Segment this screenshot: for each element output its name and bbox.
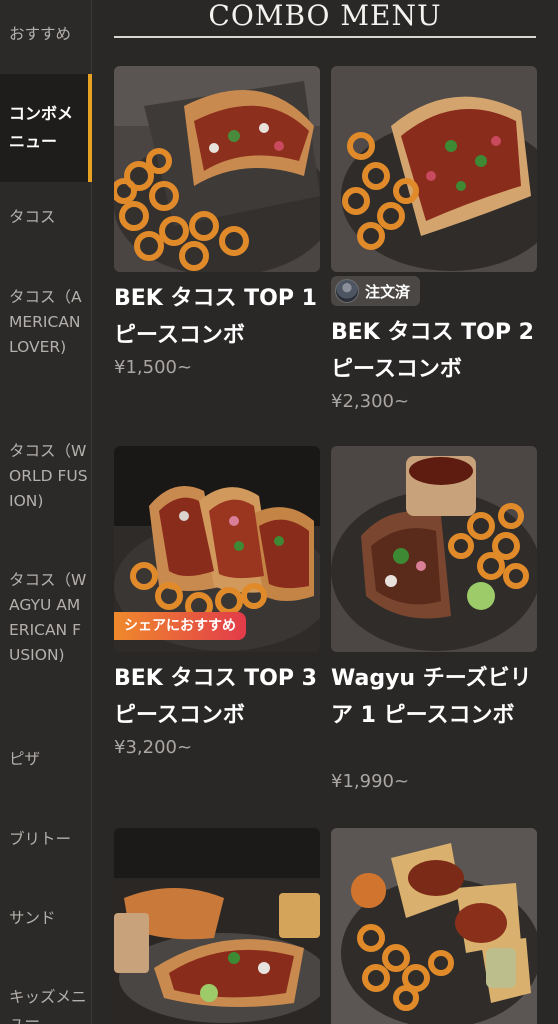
sidebar-item-recommended[interactable]: おすすめ <box>0 22 92 47</box>
section-title: COMBO MENU <box>114 0 536 38</box>
sidebar-item-combo-menu[interactable]: コンボメニュー <box>0 74 92 182</box>
food-photo <box>114 66 320 272</box>
menu-item-name: Wagyu チーズビリア 1 ピースコンボ <box>331 666 532 728</box>
sidebar-item-tacos-american-lover[interactable]: タコス（AMERICAN LOVER) <box>0 285 92 360</box>
sidebar-item-tacos-world-fusion[interactable]: タコス（WORLD FUSION) <box>0 439 92 514</box>
food-photo <box>331 446 537 652</box>
sidebar-item-tacos[interactable]: タコス <box>0 205 92 230</box>
menu-item-price: ¥2,300~ <box>331 391 410 412</box>
ordered-badge-label: 注文済 <box>365 282 411 301</box>
avatar <box>335 279 359 303</box>
menu-item-price: ¥1,500~ <box>114 357 193 378</box>
menu-item-price: ¥1,990~ <box>331 771 410 792</box>
sidebar-item-sandwich[interactable]: サンド <box>0 906 92 931</box>
food-photo <box>331 66 537 272</box>
menu-item-name: BEK タコス TOP 2ピースコンボ <box>331 320 534 382</box>
menu-item-name: BEK タコス TOP 1 ピースコンボ <box>114 286 317 348</box>
sidebar-item-tacos-wagyu-american-fusion[interactable]: タコス（WAGYU AMERICAN FUSION) <box>0 568 92 668</box>
ordered-badge: 注文済 <box>331 276 421 306</box>
category-sidebar: おすすめ コンボメニュー タコス タコス（AMERICAN LOVER) タコス… <box>0 0 92 1024</box>
sidebar-item-pizza[interactable]: ピザ <box>0 747 92 772</box>
food-photo <box>114 828 320 1024</box>
share-recommended-badge: シェアにおすすめ <box>114 612 246 640</box>
menu-item-price: ¥3,200~ <box>114 737 193 758</box>
food-photo: シェアにおすすめ <box>114 446 320 652</box>
food-photo <box>331 828 537 1024</box>
menu-item-name: BEK タコス TOP 3ピースコンボ <box>114 666 317 728</box>
sidebar-item-kids-menu[interactable]: キッズメニュー <box>0 985 92 1024</box>
sidebar-item-burrito[interactable]: ブリトー <box>0 827 92 852</box>
